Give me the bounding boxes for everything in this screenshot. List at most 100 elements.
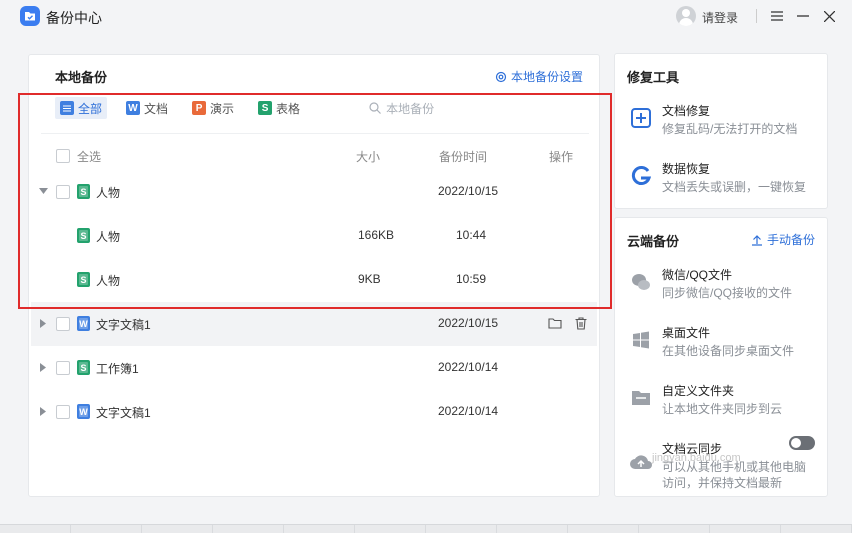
repair-tools-panel: 修复工具 文档修复 修复乱码/无法打开的文档 数据恢复 文档丢失或误删，一键恢复 [614, 53, 828, 209]
time-column-header: 备份时间 [439, 150, 488, 164]
file-name: 人物 [96, 230, 121, 244]
file-name: 人物 [96, 186, 121, 200]
document-file-icon: W [77, 404, 90, 419]
tab-presentations[interactable]: P 演示 [187, 97, 239, 119]
tool-name: 文档修复 [662, 104, 711, 118]
doc-cloud-sync-item[interactable]: 文档云同步 可以从其他手机或其他电脑 访问，并保持文档最新 [615, 436, 827, 490]
tab-documents[interactable]: W 文档 [121, 97, 173, 119]
cloud-backup-title: 云端备份 [627, 234, 680, 249]
backup-time: 10:59 [456, 272, 487, 286]
tool-desc: 让本地文件夹同步到云 [662, 402, 783, 416]
tab-all[interactable]: 全部 [55, 97, 108, 119]
backup-time: 2022/10/14 [438, 404, 499, 418]
file-name: 人物 [96, 274, 121, 288]
chat-icon [629, 270, 653, 294]
action-column-header: 操作 [549, 150, 574, 164]
select-all-checkbox[interactable] [56, 149, 70, 163]
tab-spreadsheets[interactable]: S 表格 [253, 97, 305, 119]
tool-name: 桌面文件 [662, 326, 711, 340]
tool-name: 微信/QQ文件 [662, 268, 733, 282]
table-header: 全选 大小 备份时间 操作 [29, 147, 599, 165]
tool-desc-extra: 访问，并保持文档最新 [662, 476, 783, 490]
cloud-upload-icon [629, 450, 653, 474]
expand-caret-icon[interactable] [38, 406, 48, 416]
tool-desc: 修复乱码/无法打开的文档 [662, 122, 798, 136]
table-row[interactable]: S 人物 9KB 10:59 [31, 258, 597, 302]
tab-label: 全部 [78, 101, 103, 116]
collapse-caret-icon[interactable] [38, 186, 48, 196]
manual-backup-button[interactable]: 手动备份 [751, 231, 815, 248]
presentation-icon: P [192, 101, 207, 115]
app-title: 备份中心 [46, 10, 102, 26]
cloud-sync-toggle[interactable] [789, 436, 815, 450]
bottom-strip [0, 524, 852, 533]
tab-label: 表格 [276, 101, 301, 116]
desktop-files-item[interactable]: 桌面文件 在其他设备同步桌面文件 [615, 320, 827, 364]
delete-icon[interactable] [573, 315, 589, 331]
search-icon [369, 102, 381, 114]
table-row[interactable]: S 工作簿1 2022/10/14 [31, 346, 597, 390]
folder-icon [629, 386, 653, 410]
data-recovery-tool[interactable]: 数据恢复 文档丢失或误删，一键恢复 [615, 156, 827, 200]
spreadsheet-file-icon: S [77, 184, 90, 199]
row-checkbox[interactable] [56, 317, 70, 331]
document-repair-icon [629, 106, 653, 130]
spreadsheet-icon: S [258, 101, 273, 115]
menu-icon[interactable] [768, 7, 786, 25]
spreadsheet-file-icon: S [77, 272, 90, 287]
expand-caret-icon[interactable] [38, 362, 48, 372]
minimize-icon[interactable] [794, 7, 812, 25]
row-checkbox[interactable] [56, 185, 70, 199]
local-backup-panel: 本地备份 本地备份设置 全部 W 文档 P 演示 S 表格 本地备份 全选 大小… [28, 54, 600, 497]
table-row[interactable]: W 文字文稿1 2022/10/14 [31, 390, 597, 434]
local-backup-settings-link[interactable]: 本地备份设置 [495, 68, 583, 85]
data-recovery-icon [629, 164, 653, 188]
table-row[interactable]: W 文字文稿1 2022/10/15 [31, 302, 597, 346]
list-icon [60, 101, 74, 115]
file-name: 工作簿1 [96, 362, 139, 376]
custom-folder-item[interactable]: 自定义文件夹 让本地文件夹同步到云 [615, 378, 827, 422]
titlebar-divider [756, 9, 757, 23]
backup-center-logo-icon [20, 6, 40, 26]
repair-tools-title: 修复工具 [627, 70, 680, 85]
writer-icon: W [126, 101, 141, 115]
row-checkbox[interactable] [56, 405, 70, 419]
backup-time: 2022/10/14 [438, 360, 499, 374]
tool-name: 文档云同步 [662, 442, 723, 456]
settings-icon [495, 71, 507, 82]
open-folder-icon[interactable] [547, 315, 563, 331]
tool-desc: 可以从其他手机或其他电脑 [662, 460, 807, 474]
backup-time: 10:44 [456, 228, 487, 242]
divider [41, 133, 589, 134]
row-checkbox[interactable] [56, 361, 70, 375]
select-all-label: 全选 [77, 150, 102, 164]
settings-label: 本地备份设置 [510, 70, 583, 84]
wechat-qq-files-item[interactable]: 微信/QQ文件 同步微信/QQ接收的文件 [615, 262, 827, 306]
document-repair-tool[interactable]: 文档修复 修复乱码/无法打开的文档 [615, 98, 827, 142]
file-name: 文字文稿1 [96, 406, 151, 420]
table-row[interactable]: S 人物 166KB 10:44 [31, 214, 597, 258]
tool-name: 数据恢复 [662, 162, 711, 176]
table-row[interactable]: S 人物 2022/10/15 [31, 170, 597, 214]
file-size: 9KB [358, 272, 381, 286]
title-bar: 备份中心 请登录 [0, 0, 852, 34]
cloud-backup-panel: 云端备份 手动备份 微信/QQ文件 同步微信/QQ接收的文件 桌面文件 在其他设… [614, 217, 828, 497]
tool-name: 自定义文件夹 [662, 384, 735, 398]
backup-time: 2022/10/15 [438, 184, 499, 198]
local-backup-title: 本地备份 [55, 70, 108, 85]
file-name: 文字文稿1 [96, 318, 151, 332]
backup-time: 2022/10/15 [438, 316, 499, 330]
tab-label: 文档 [144, 101, 169, 116]
close-icon[interactable] [820, 7, 838, 25]
upload-icon [751, 234, 762, 246]
spreadsheet-file-icon: S [77, 360, 90, 375]
expand-caret-icon[interactable] [38, 318, 48, 328]
spreadsheet-file-icon: S [77, 228, 90, 243]
search-placeholder: 本地备份 [386, 101, 435, 116]
login-link[interactable]: 请登录 [702, 9, 738, 26]
search-input[interactable]: 本地备份 [369, 100, 434, 117]
document-file-icon: W [77, 316, 90, 331]
tool-desc: 文档丢失或误删，一键恢复 [662, 180, 807, 194]
avatar[interactable] [676, 6, 696, 26]
tab-label: 演示 [210, 101, 235, 116]
